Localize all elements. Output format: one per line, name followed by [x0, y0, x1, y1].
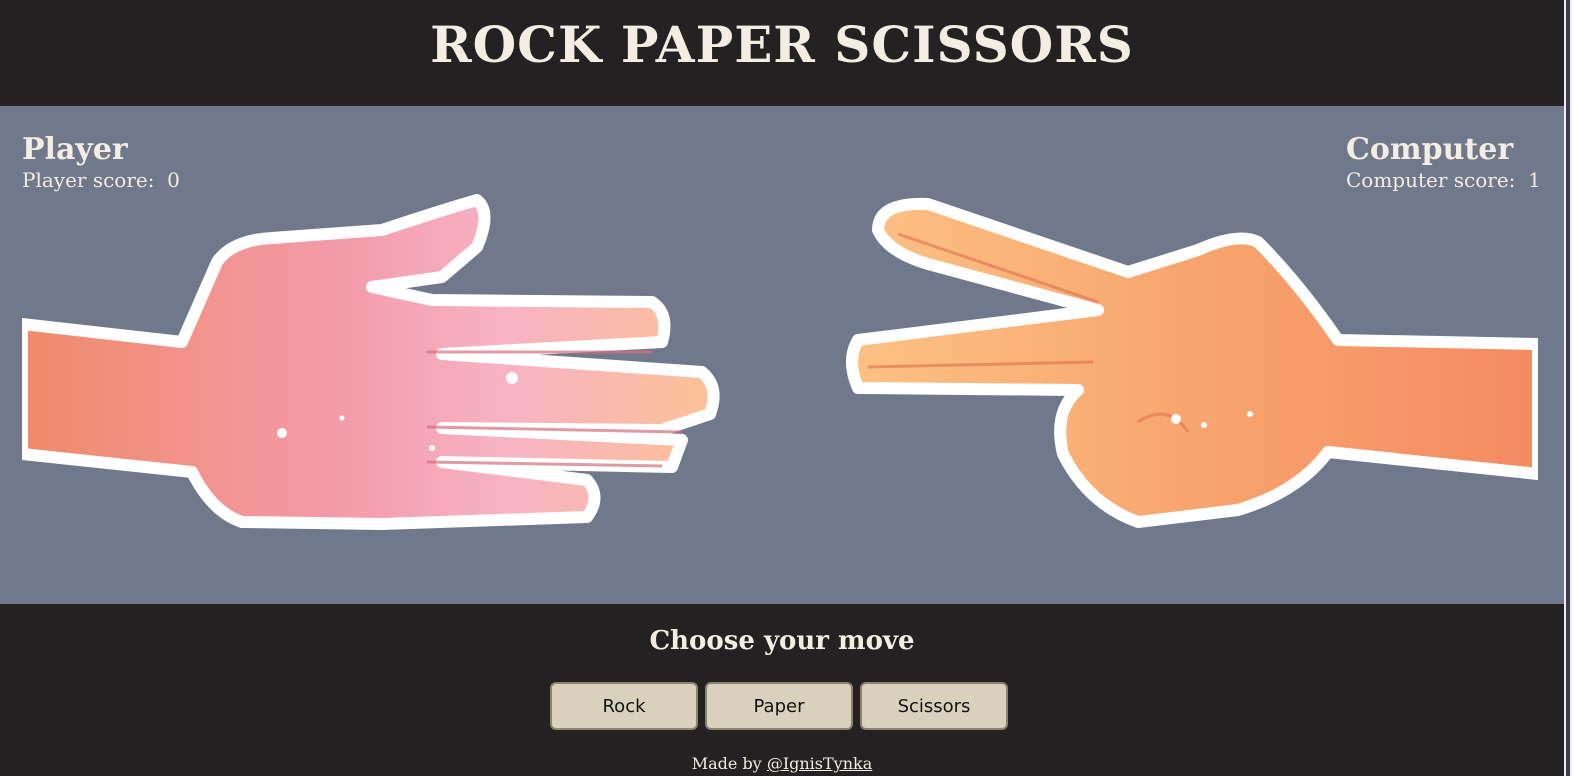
- choose-move-prompt: Choose your move: [649, 626, 915, 656]
- paper-hand-icon: [22, 194, 720, 530]
- player-score: Player score: 0: [22, 168, 180, 192]
- scissors-button[interactable]: Scissors: [860, 682, 1008, 730]
- author-link[interactable]: @IgnisTynka: [767, 754, 872, 773]
- computer-score: Computer score: 1: [1346, 168, 1541, 192]
- paper-button[interactable]: Paper: [705, 682, 853, 730]
- footer-credit: Made by @IgnisTynka: [0, 754, 1564, 773]
- rock-button[interactable]: Rock: [550, 682, 698, 730]
- computer-label: Computer: [1346, 132, 1514, 167]
- credit-prefix: Made by: [691, 754, 767, 773]
- scrollbar-thumb[interactable]: [1566, 0, 1570, 776]
- header: ROCK PAPER SCISSORS: [0, 0, 1564, 106]
- controls-area: Choose your move Rock Paper Scissors Mad…: [0, 604, 1564, 776]
- scrollbar[interactable]: [1564, 0, 1572, 776]
- page-title: ROCK PAPER SCISSORS: [430, 14, 1134, 74]
- player-label: Player: [22, 132, 128, 167]
- move-buttons: Rock Paper Scissors: [550, 682, 1008, 730]
- scissors-hand-icon: [846, 197, 1538, 528]
- game-arena: Player Player score: 0 Computer Computer…: [0, 106, 1564, 604]
